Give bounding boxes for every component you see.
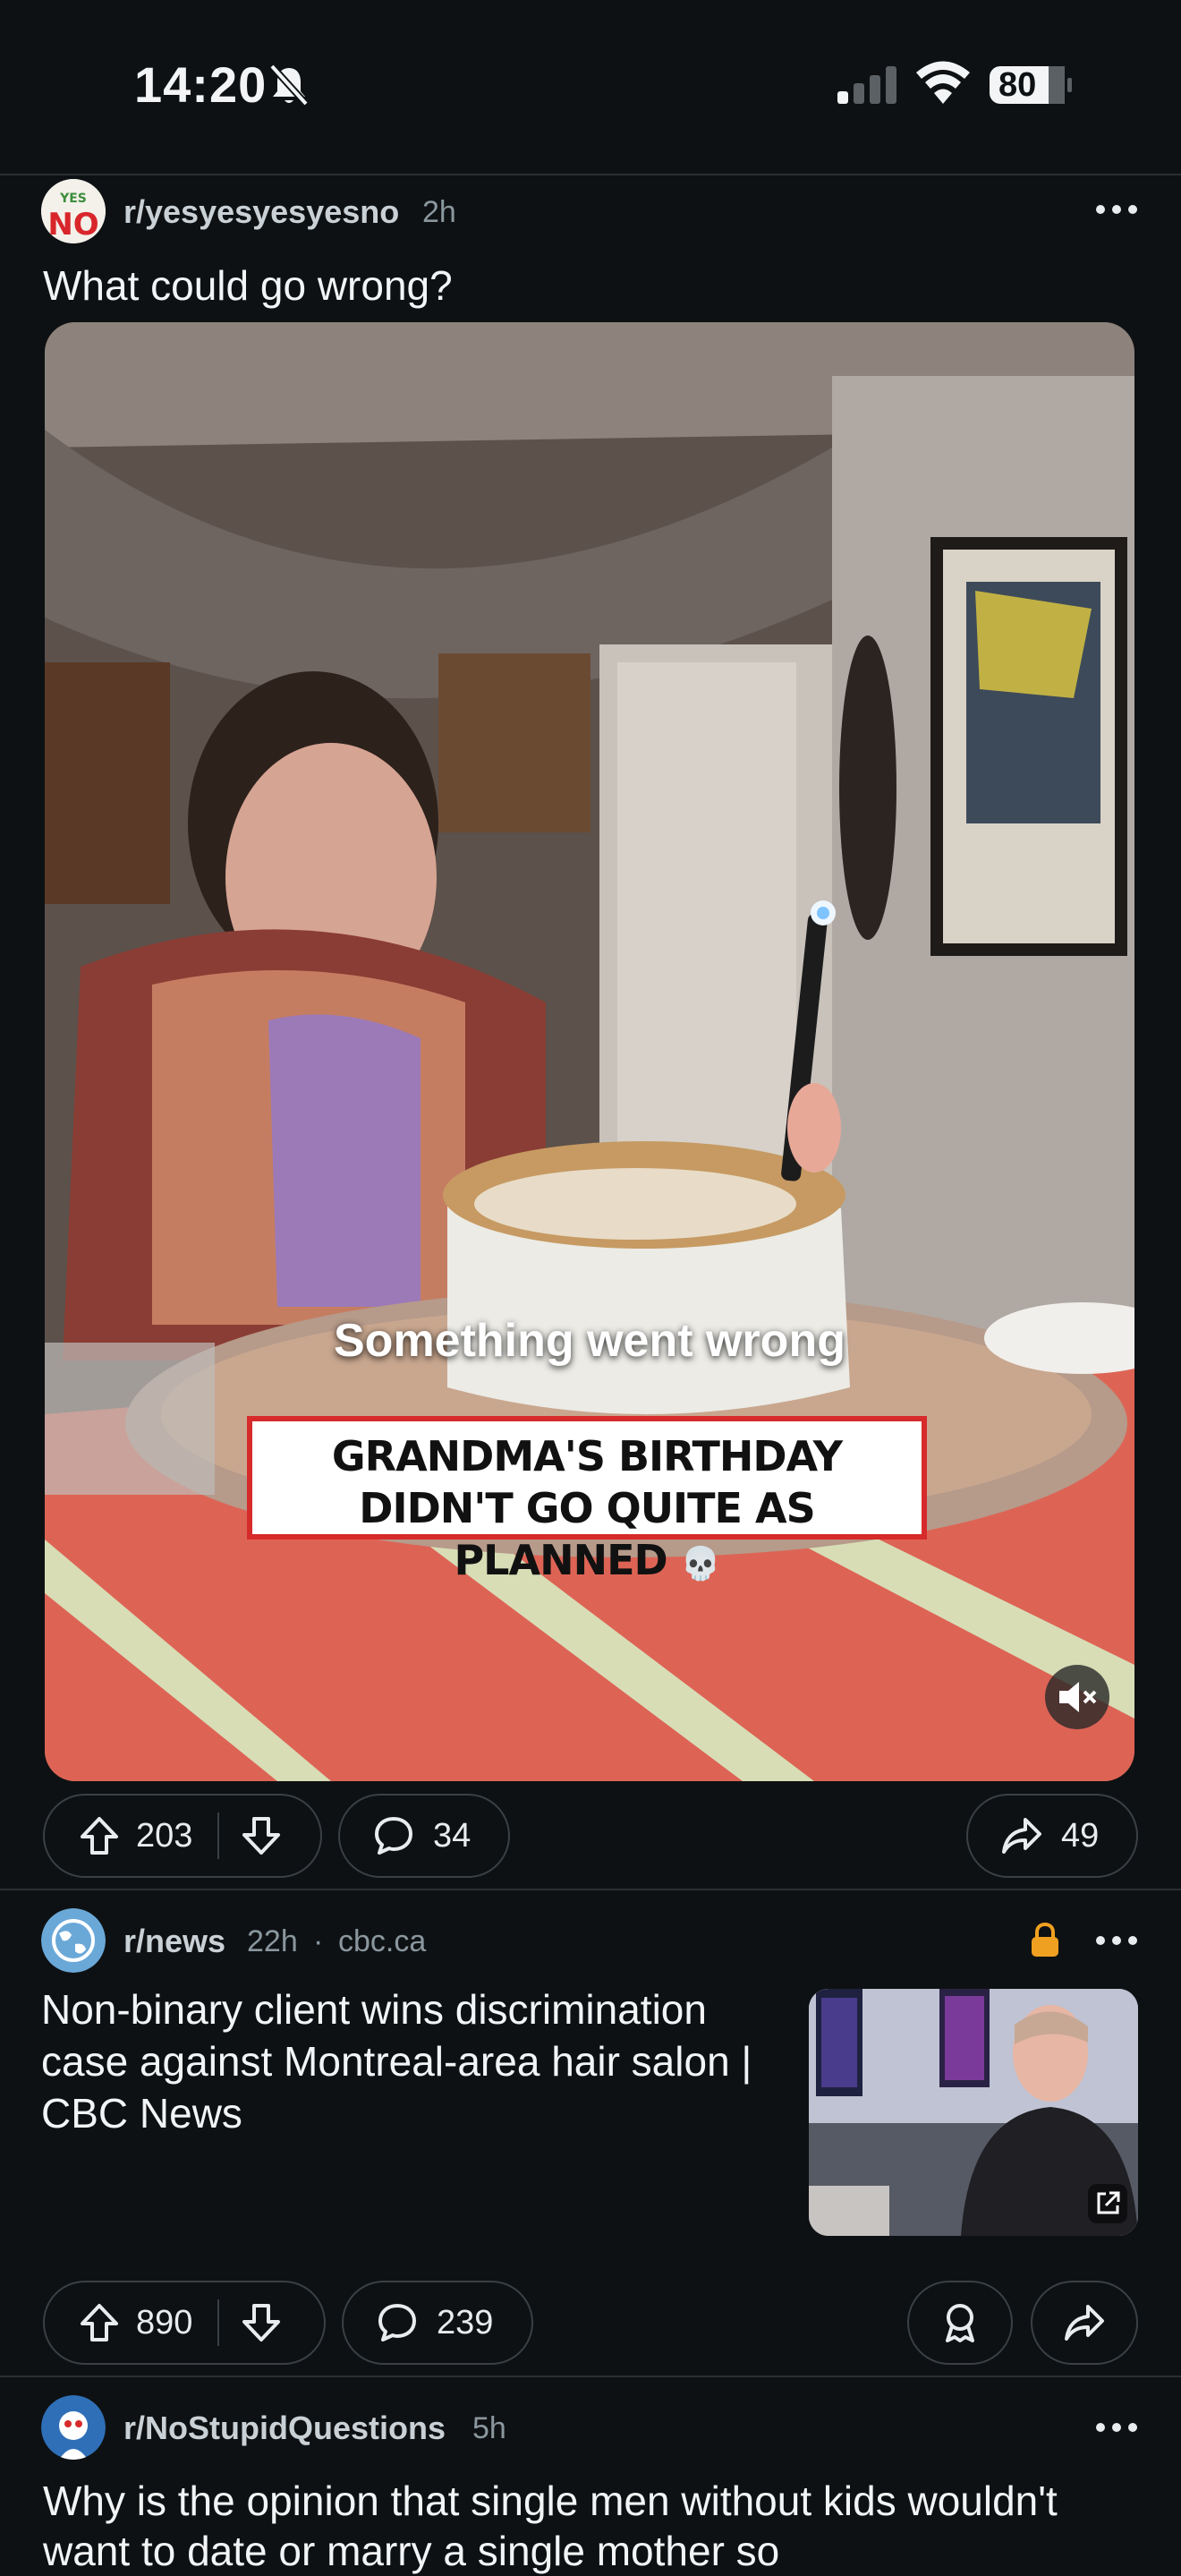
upvote-count: 203	[136, 1816, 193, 1855]
post-title[interactable]: What could go wrong?	[43, 261, 453, 310]
award-button[interactable]	[907, 2281, 1013, 2365]
signal-icon	[837, 66, 896, 104]
upvote-icon[interactable]	[79, 1815, 120, 1856]
status-bar: 14:20 80	[0, 0, 1181, 175]
downvote-icon[interactable]	[241, 2302, 282, 2343]
external-link-badge	[1088, 2184, 1127, 2223]
post-title[interactable]: Why is the opinion that single men witho…	[43, 2476, 1081, 2576]
video-caption-box: GRANDMA'S BIRTHDAY DIDN'T GO QUITE AS PL…	[247, 1416, 927, 1584]
subreddit-name[interactable]: r/yesyesyesyesno	[123, 193, 399, 231]
caption-line-2: DIDN'T GO QUITE AS PLANNED 💀	[359, 1484, 815, 1584]
battery-level: 80	[998, 66, 1037, 104]
external-link-icon	[1097, 2191, 1120, 2214]
clock: 14:20	[134, 56, 268, 113]
share-count: 49	[1061, 1816, 1100, 1855]
vote-pill: 203	[43, 1794, 322, 1878]
comment-icon	[375, 1817, 412, 1855]
wifi-icon	[916, 61, 970, 104]
comment-count: 34	[433, 1816, 472, 1855]
video-player[interactable]: Something went wrong GRANDMA'S BIRTHDAY …	[45, 322, 1134, 1781]
svg-text:YES: YES	[59, 192, 87, 206]
comments-button[interactable]: 34	[338, 1794, 510, 1878]
subreddit-avatar[interactable]	[41, 1908, 106, 1973]
skull-emoji: 💀	[680, 1546, 721, 1582]
post-age: 22h	[247, 1924, 298, 1958]
lock-icon	[1032, 1923, 1058, 1957]
more-icon[interactable]	[1090, 200, 1143, 218]
subreddit-avatar[interactable]: YES NO	[41, 179, 106, 243]
mute-button[interactable]	[1045, 1665, 1109, 1729]
avatar-text: NO	[47, 207, 98, 243]
share-icon	[1065, 2305, 1104, 2341]
comment-icon	[378, 2304, 416, 2341]
meta-dot: ·	[313, 1924, 324, 1958]
comment-count: 239	[437, 2303, 494, 2341]
upvote-icon[interactable]	[79, 2302, 120, 2343]
vote-pill: 890	[43, 2281, 326, 2365]
more-icon[interactable]	[1090, 2418, 1143, 2436]
post-divider	[0, 2376, 1181, 2377]
caption-line-1: GRANDMA'S BIRTHDAY	[331, 1432, 843, 1480]
post-divider	[0, 1889, 1181, 1890]
upvote-count: 890	[136, 2303, 193, 2341]
share-icon	[1002, 1818, 1041, 1854]
video-error-message: Something went wrong	[334, 1315, 845, 1367]
post-age: 2h	[422, 195, 456, 229]
subreddit-name[interactable]: r/NoStupidQuestions	[123, 2410, 446, 2447]
more-icon[interactable]	[1090, 1932, 1143, 1949]
battery-icon: 80	[988, 63, 1074, 107]
subreddit-avatar[interactable]	[41, 2395, 106, 2460]
link-domain[interactable]: cbc.ca	[338, 1924, 426, 1959]
downvote-icon[interactable]	[241, 1815, 282, 1856]
share-button[interactable]	[1031, 2281, 1138, 2365]
post-title[interactable]: Non-binary client wins discrimination ca…	[41, 1983, 802, 2139]
link-thumbnail[interactable]	[809, 1989, 1138, 2236]
bell-off-icon	[269, 64, 309, 107]
post-age: 5h	[472, 2411, 506, 2445]
award-icon	[946, 2304, 974, 2342]
share-button[interactable]: 49	[966, 1794, 1138, 1878]
comments-button[interactable]: 239	[342, 2281, 533, 2365]
subreddit-name[interactable]: r/news	[123, 1923, 225, 1960]
mute-icon	[1059, 1682, 1097, 1712]
